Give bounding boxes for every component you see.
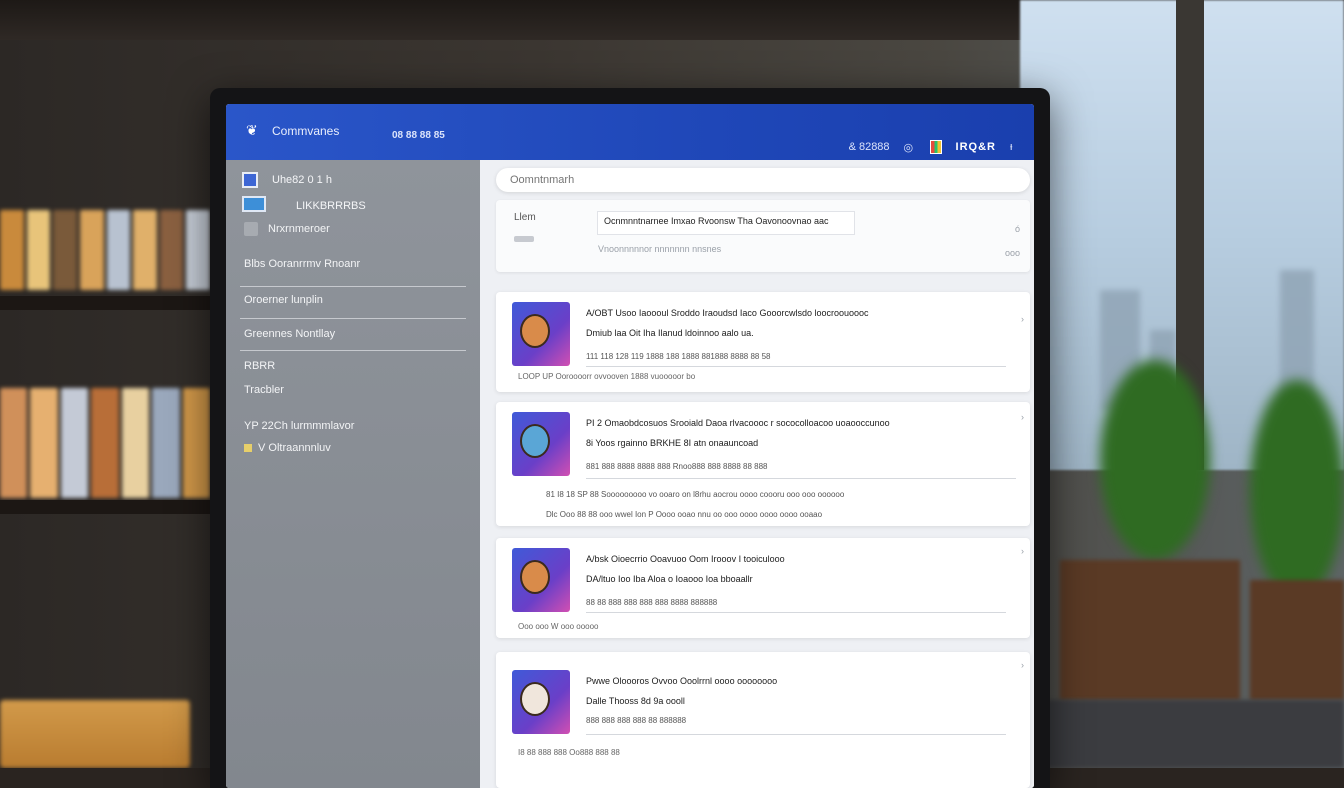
plant	[1100, 360, 1210, 560]
shelf	[0, 296, 210, 310]
sidebar-item-4[interactable]: Tracbler	[244, 384, 284, 396]
chevron-right-icon[interactable]: ›	[1021, 412, 1024, 422]
divider	[240, 318, 466, 319]
compose-sub-icon	[514, 236, 534, 242]
search-input[interactable]	[496, 168, 1030, 192]
post-meta: 888 888 888 888 88 888888	[586, 716, 687, 725]
sidebar-item-0[interactable]: Blbs Ooranrrmv Rnoanr	[244, 258, 360, 270]
avatar	[512, 670, 570, 734]
chevron-right-icon[interactable]: ›	[1021, 660, 1024, 670]
sidebar-subtitle: LIKKBRRRBS	[296, 200, 366, 212]
post-footer: LOOP UP Ooroooorr ovvooven 1888 vuooooor…	[518, 372, 696, 381]
post-title: A/bsk Oioecrrio Ooavuoo Oom Irooov I too…	[586, 554, 785, 564]
compose-text[interactable]: Ocnmnntnarnee Imxao Rvoonsw Tha Oavonoov…	[598, 212, 854, 234]
logo-icon[interactable]: ❦	[246, 122, 262, 138]
app-title: Commvanes	[272, 124, 340, 138]
post-title: A/OBT Usoo Iaoooul Sroddo Iraoudsd Iaco …	[586, 308, 869, 318]
post-footer: I8 88 888 888 Oo888 888 88	[518, 748, 620, 757]
compose-more2: ooo	[1004, 248, 1020, 258]
compose-hint: Vnoonnnnnor nnnnnnn nnsnes	[598, 244, 722, 254]
top-meta: 08 88 88 85	[392, 130, 445, 141]
sidebar-item-5[interactable]: YP 22Ch lurmmmlavor	[244, 420, 354, 432]
sidebar-item-1[interactable]: Oroerner lunplin	[244, 294, 323, 306]
compose-label: Llem	[514, 212, 536, 223]
sidebar-header[interactable]: Uhe82 0 1 h	[242, 172, 332, 188]
post-subtitle: Dalle Thooss 8d 9a oooll	[586, 696, 685, 706]
compose-box[interactable]: Llem Ocnmnntnarnee Imxao Rvoonsw Tha Oav…	[496, 200, 1030, 272]
chevron-right-icon[interactable]: ›	[1021, 546, 1024, 556]
avatar	[512, 548, 570, 612]
compose-more-icon[interactable]: ó	[1015, 224, 1020, 234]
sidebar-header-label: Uhe82 0 1 h	[272, 174, 332, 186]
bookshelf-row	[0, 210, 210, 290]
app-screen: ❦ Commvanes 08 88 88 85 & 82888 ◎ IRQ&R …	[226, 104, 1034, 788]
avatar	[512, 412, 570, 476]
monitor: ❦ Commvanes 08 88 88 85 & 82888 ◎ IRQ&R …	[210, 88, 1050, 788]
post-footer: 81 I8 18 SP 88 Sooooooooo vo ooaro on l8…	[546, 490, 845, 499]
workspace-icon	[242, 172, 258, 188]
toggle-icon[interactable]	[242, 196, 266, 212]
chevron-right-icon[interactable]: ›	[1021, 314, 1024, 324]
post-card[interactable]: A/bsk Oioecrrio Ooavuoo Oom Irooov I too…	[496, 538, 1030, 638]
flag-icon[interactable]	[929, 140, 942, 154]
divider	[586, 734, 1006, 735]
post-subtitle: Dmiub laa Oit Iha Ilanud ldoinnoo aalo u…	[586, 328, 754, 338]
top-actions: & 82888 ◎ IRQ&R ᵻ	[849, 140, 1022, 154]
post-subtitle: DA/ltuo Ioo Iba Aloa o Ioaooo Ioa bboaal…	[586, 574, 753, 584]
more-icon[interactable]: ᵻ	[1010, 141, 1022, 153]
box	[0, 700, 190, 768]
plant	[1250, 380, 1344, 600]
sidebar: Uhe82 0 1 h LIKKBRRRBS Nrxrnmeroer Blbs …	[226, 160, 480, 788]
planter	[1250, 580, 1344, 700]
post-meta: 111 118 128 119 1888 188 1888 881888 888…	[586, 352, 771, 361]
sidebar-search-label: Nrxrnmeroer	[268, 222, 330, 235]
avatar	[512, 302, 570, 366]
post-footer-2: Dlc Ooo 88 88 ooo wwel Ion P Oooo ooao n…	[546, 510, 823, 519]
bookshelf-row	[0, 388, 210, 498]
sidebar-item-6[interactable]: V Oltraannnluv	[244, 442, 331, 454]
sidebar-search[interactable]: Nrxrnmeroer	[244, 222, 330, 236]
divider	[240, 286, 466, 287]
post-meta: 88 88 888 888 888 888 8888 888888	[586, 598, 718, 607]
divider	[586, 366, 1006, 367]
post-meta: 881 888 8888 8888 888 Rnoo888 888 8888 8…	[586, 462, 768, 471]
sidebar-item-6-label: V Oltraannnluv	[258, 442, 331, 454]
desk	[1040, 700, 1344, 768]
main-content: Llem Ocnmnntnarnee Imxao Rvoonsw Tha Oav…	[480, 160, 1034, 788]
planter	[1060, 560, 1240, 700]
divider	[586, 612, 1006, 613]
shelf	[0, 500, 210, 514]
post-title: Pwwe Oloooros Ovvoo Ooolrrnl oooo oooooo…	[586, 676, 778, 686]
post-card[interactable]: PI 2 Omaobdcosuos Srooiald Daoa rlvacooo…	[496, 402, 1030, 526]
search-icon	[244, 222, 258, 236]
user-label[interactable]: IRQ&R	[956, 141, 996, 153]
divider	[240, 350, 466, 351]
checkbox-icon[interactable]	[244, 444, 252, 453]
divider	[586, 478, 1016, 479]
sidebar-item-3[interactable]: RBRR	[244, 360, 275, 372]
post-card[interactable]: A/OBT Usoo Iaoooul Sroddo Iraoudsd Iaco …	[496, 292, 1030, 392]
settings-icon[interactable]: ◎	[904, 141, 916, 154]
post-title: PI 2 Omaobdcosuos Srooiald Daoa rlvacooo…	[586, 418, 890, 428]
notifications-icon[interactable]: & 82888	[849, 141, 890, 153]
post-subtitle: 8i Yoos rgainno BRKHE 8I atn onaauncoad	[586, 438, 759, 448]
sidebar-item-2[interactable]: Greennes Nontllay	[244, 328, 335, 340]
post-footer: Ooo ooo W ooo ooooo	[518, 622, 599, 631]
